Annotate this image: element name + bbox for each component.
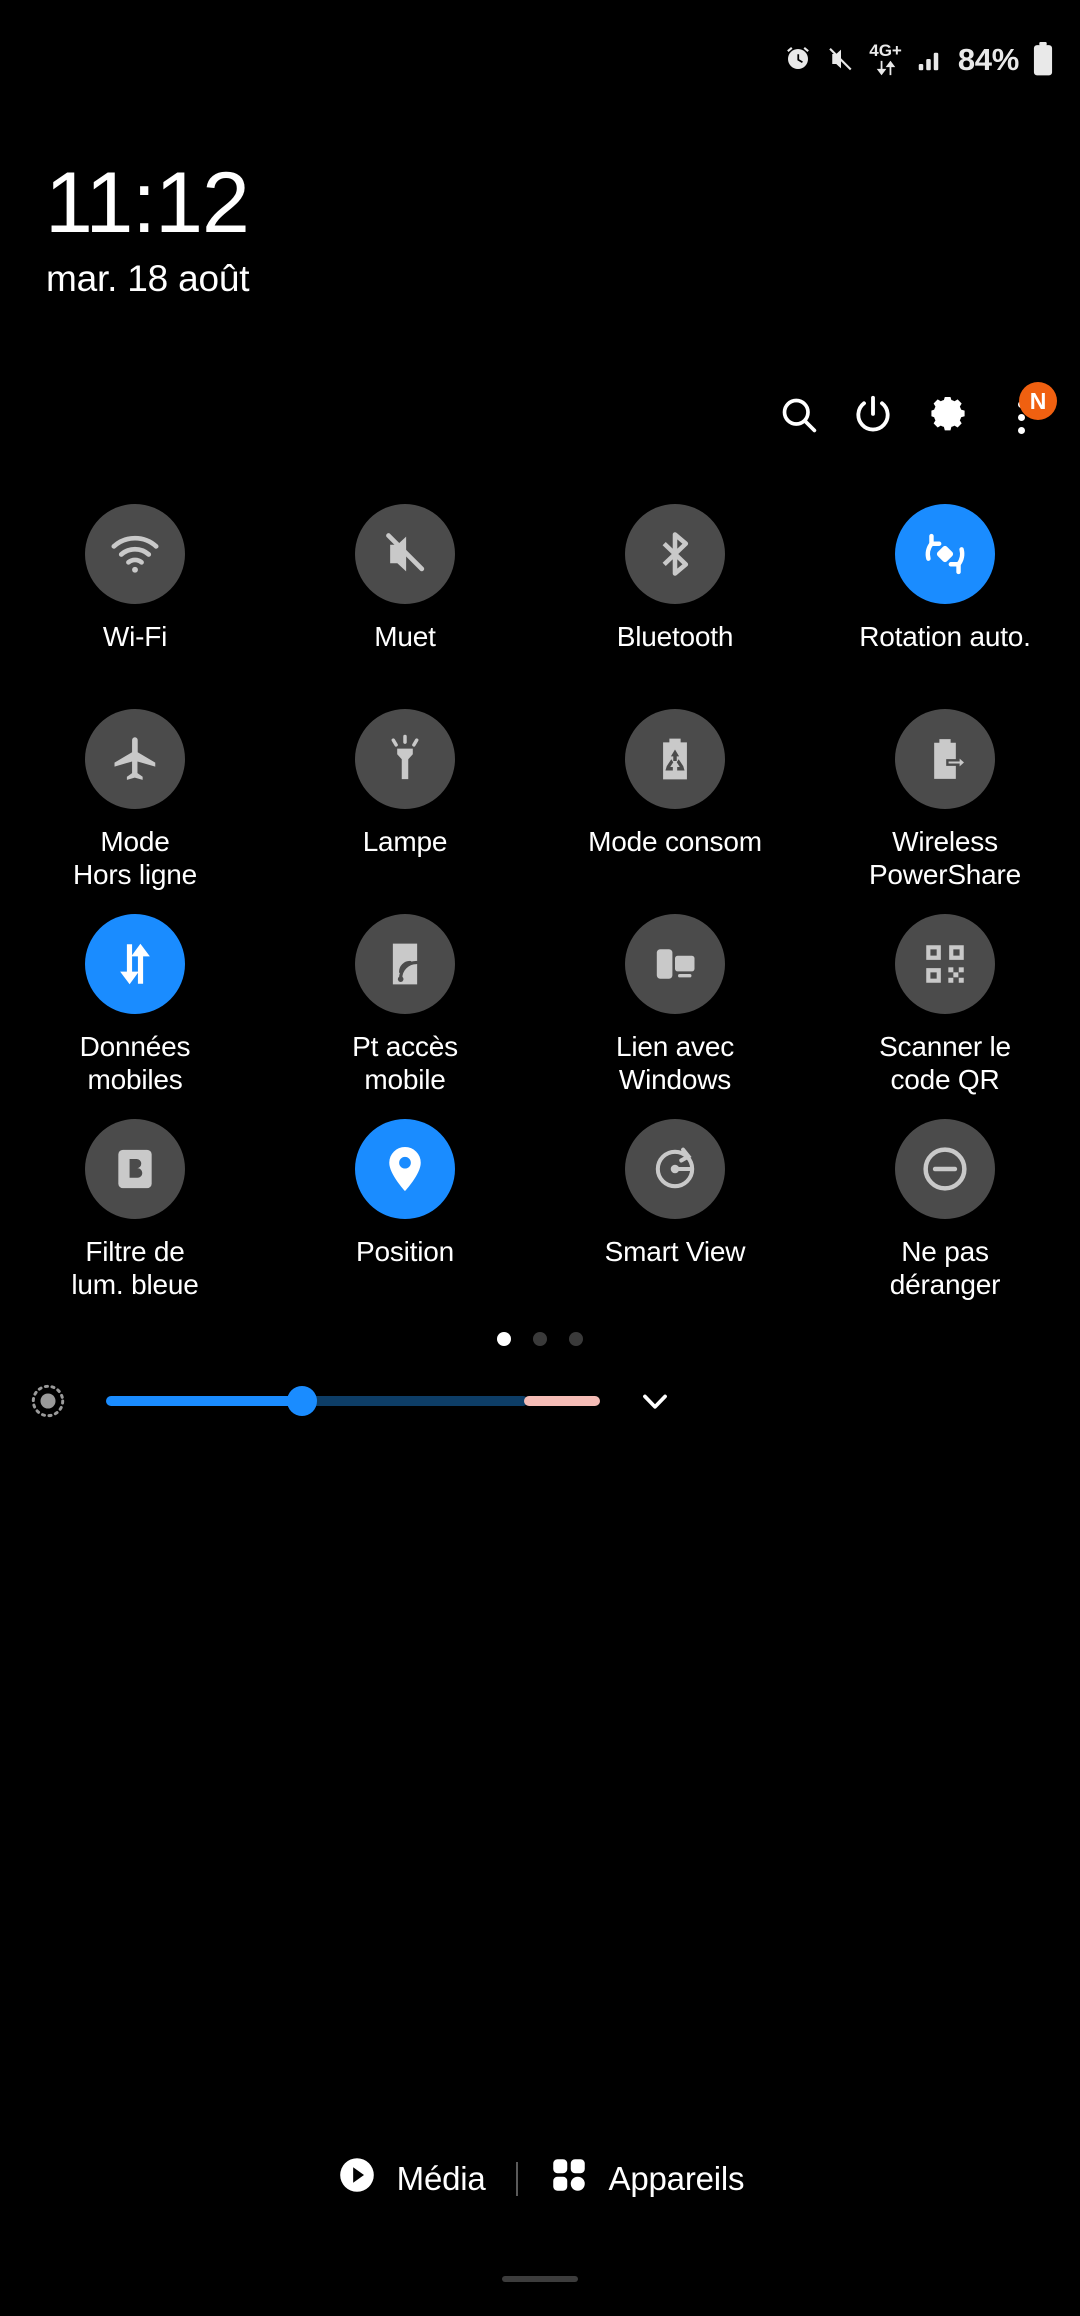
- mobile-data-icon: 4G+: [869, 42, 902, 76]
- tile-auto-rotate-label: Rotation auto.: [859, 621, 1031, 652]
- tile-do-not-disturb-circle[interactable]: [895, 1119, 995, 1219]
- search-icon: [777, 393, 821, 442]
- tile-wireless-powershare[interactable]: Wireless PowerShare: [810, 702, 1080, 907]
- media-label: Média: [396, 2160, 486, 2197]
- media-button[interactable]: Média: [314, 2154, 508, 2204]
- power-icon: [851, 393, 895, 442]
- tile-flashlight[interactable]: Lampe: [270, 702, 540, 907]
- tile-bluetooth-label: Bluetooth: [616, 621, 734, 652]
- tile-location[interactable]: Position: [270, 1112, 540, 1317]
- tile-bluetooth[interactable]: Bluetooth: [540, 497, 810, 702]
- tile-airplane-mode-label: Mode Hors ligne: [72, 826, 198, 891]
- header-actions: N: [762, 380, 1058, 454]
- search-button[interactable]: [762, 380, 836, 454]
- tile-flashlight-label: Lampe: [362, 826, 448, 857]
- tile-link-to-windows-circle[interactable]: [625, 914, 725, 1014]
- tile-blue-light-filter-circle[interactable]: [85, 1119, 185, 1219]
- tile-do-not-disturb-label: Ne pas déranger: [889, 1236, 1001, 1301]
- tile-location-label: Position: [355, 1236, 454, 1267]
- tile-airplane-mode-circle[interactable]: [85, 709, 185, 809]
- tile-link-to-windows[interactable]: Lien avec Windows: [540, 907, 810, 1112]
- tile-mobile-hotspot-label: Pt accès mobile: [352, 1031, 458, 1096]
- tile-mute-label: Muet: [374, 621, 436, 652]
- tile-blue-light-filter[interactable]: Filtre de lum. bleue: [0, 1112, 270, 1317]
- brightness-expand-button[interactable]: [600, 1379, 710, 1423]
- devices-button[interactable]: Appareils: [526, 2154, 767, 2204]
- devices-label: Appareils: [608, 2160, 745, 2197]
- brightness-track-fill: [106, 1396, 306, 1406]
- tile-qr-scanner-circle[interactable]: [895, 914, 995, 1014]
- tile-wireless-powershare-label: Wireless PowerShare: [868, 826, 1022, 891]
- page-dot-1[interactable]: [497, 1332, 511, 1346]
- home-indicator[interactable]: [502, 2276, 578, 2282]
- tile-mobile-data[interactable]: Données mobiles: [0, 907, 270, 1112]
- devices-grid-icon: [548, 2154, 590, 2204]
- tile-mobile-data-circle[interactable]: [85, 914, 185, 1014]
- tile-smart-view[interactable]: Smart View: [540, 1112, 810, 1317]
- tile-auto-rotate[interactable]: Rotation auto.: [810, 497, 1080, 702]
- tile-airplane-mode[interactable]: Mode Hors ligne: [0, 702, 270, 907]
- tile-power-saving[interactable]: Mode consom: [540, 702, 810, 907]
- tile-qr-scanner-label: Scanner le code QR: [879, 1031, 1011, 1096]
- page-dot-2[interactable]: [533, 1332, 547, 1346]
- clock-date[interactable]: mar. 18 août: [46, 258, 249, 300]
- brightness-icon: [0, 1380, 96, 1422]
- settings-button[interactable]: [910, 380, 984, 454]
- quick-settings-grid: Wi-Fi Muet Bluetooth Rotation auto. Mode…: [0, 497, 1080, 1317]
- tile-blue-light-filter-label: Filtre de lum. bleue: [71, 1236, 199, 1301]
- tile-mobile-data-label: Données mobiles: [79, 1031, 191, 1096]
- signal-icon: [915, 44, 945, 74]
- battery-icon: [1032, 42, 1054, 76]
- battery-percent-label: 84%: [957, 41, 1019, 77]
- brightness-slider[interactable]: [106, 1386, 600, 1416]
- tile-wifi[interactable]: Wi-Fi: [0, 497, 270, 702]
- page-dot-3[interactable]: [569, 1332, 583, 1346]
- tile-mute-circle[interactable]: [355, 504, 455, 604]
- tile-flashlight-circle[interactable]: [355, 709, 455, 809]
- tile-location-circle[interactable]: [355, 1119, 455, 1219]
- page-indicator: [0, 1332, 1080, 1346]
- brightness-thumb[interactable]: [287, 1386, 317, 1416]
- tile-do-not-disturb[interactable]: Ne pas déranger: [810, 1112, 1080, 1317]
- tile-wifi-label: Wi-Fi: [102, 621, 168, 652]
- tile-wifi-circle[interactable]: [85, 504, 185, 604]
- gear-icon: [925, 393, 969, 442]
- bottom-bar-separator: [515, 2162, 518, 2196]
- play-circle-icon: [336, 2154, 378, 2204]
- mute-icon: [826, 44, 856, 74]
- tile-link-to-windows-label: Lien avec Windows: [615, 1031, 735, 1096]
- clock-time[interactable]: 11:12: [45, 160, 250, 246]
- alarm-icon: [783, 44, 813, 74]
- tile-qr-scanner[interactable]: Scanner le code QR: [810, 907, 1080, 1112]
- bottom-bar: Média Appareils: [0, 2140, 1080, 2218]
- tile-wireless-powershare-circle[interactable]: [895, 709, 995, 809]
- status-bar: 4G+ 84%: [0, 0, 1080, 118]
- quick-settings-panel: 4G+ 84% 11:12 mar. 18 août N Wi-Fi Muet …: [0, 0, 1080, 2316]
- tile-mobile-hotspot[interactable]: Pt accès mobile: [270, 907, 540, 1112]
- tile-power-saving-circle[interactable]: [625, 709, 725, 809]
- tile-mute[interactable]: Muet: [270, 497, 540, 702]
- brightness-track-remaining: [302, 1396, 528, 1406]
- tile-smart-view-circle[interactable]: [625, 1119, 725, 1219]
- brightness-row: [0, 1366, 1080, 1436]
- brightness-track-warm: [524, 1396, 600, 1406]
- power-button[interactable]: [836, 380, 910, 454]
- status-badge: N: [1019, 382, 1057, 420]
- tile-bluetooth-circle[interactable]: [625, 504, 725, 604]
- tile-mobile-hotspot-circle[interactable]: [355, 914, 455, 1014]
- tile-power-saving-label: Mode consom: [588, 826, 762, 857]
- tile-auto-rotate-circle[interactable]: [895, 504, 995, 604]
- tile-smart-view-label: Smart View: [604, 1236, 746, 1267]
- network-type-label: 4G+: [869, 41, 902, 60]
- more-options-button[interactable]: N: [984, 380, 1058, 454]
